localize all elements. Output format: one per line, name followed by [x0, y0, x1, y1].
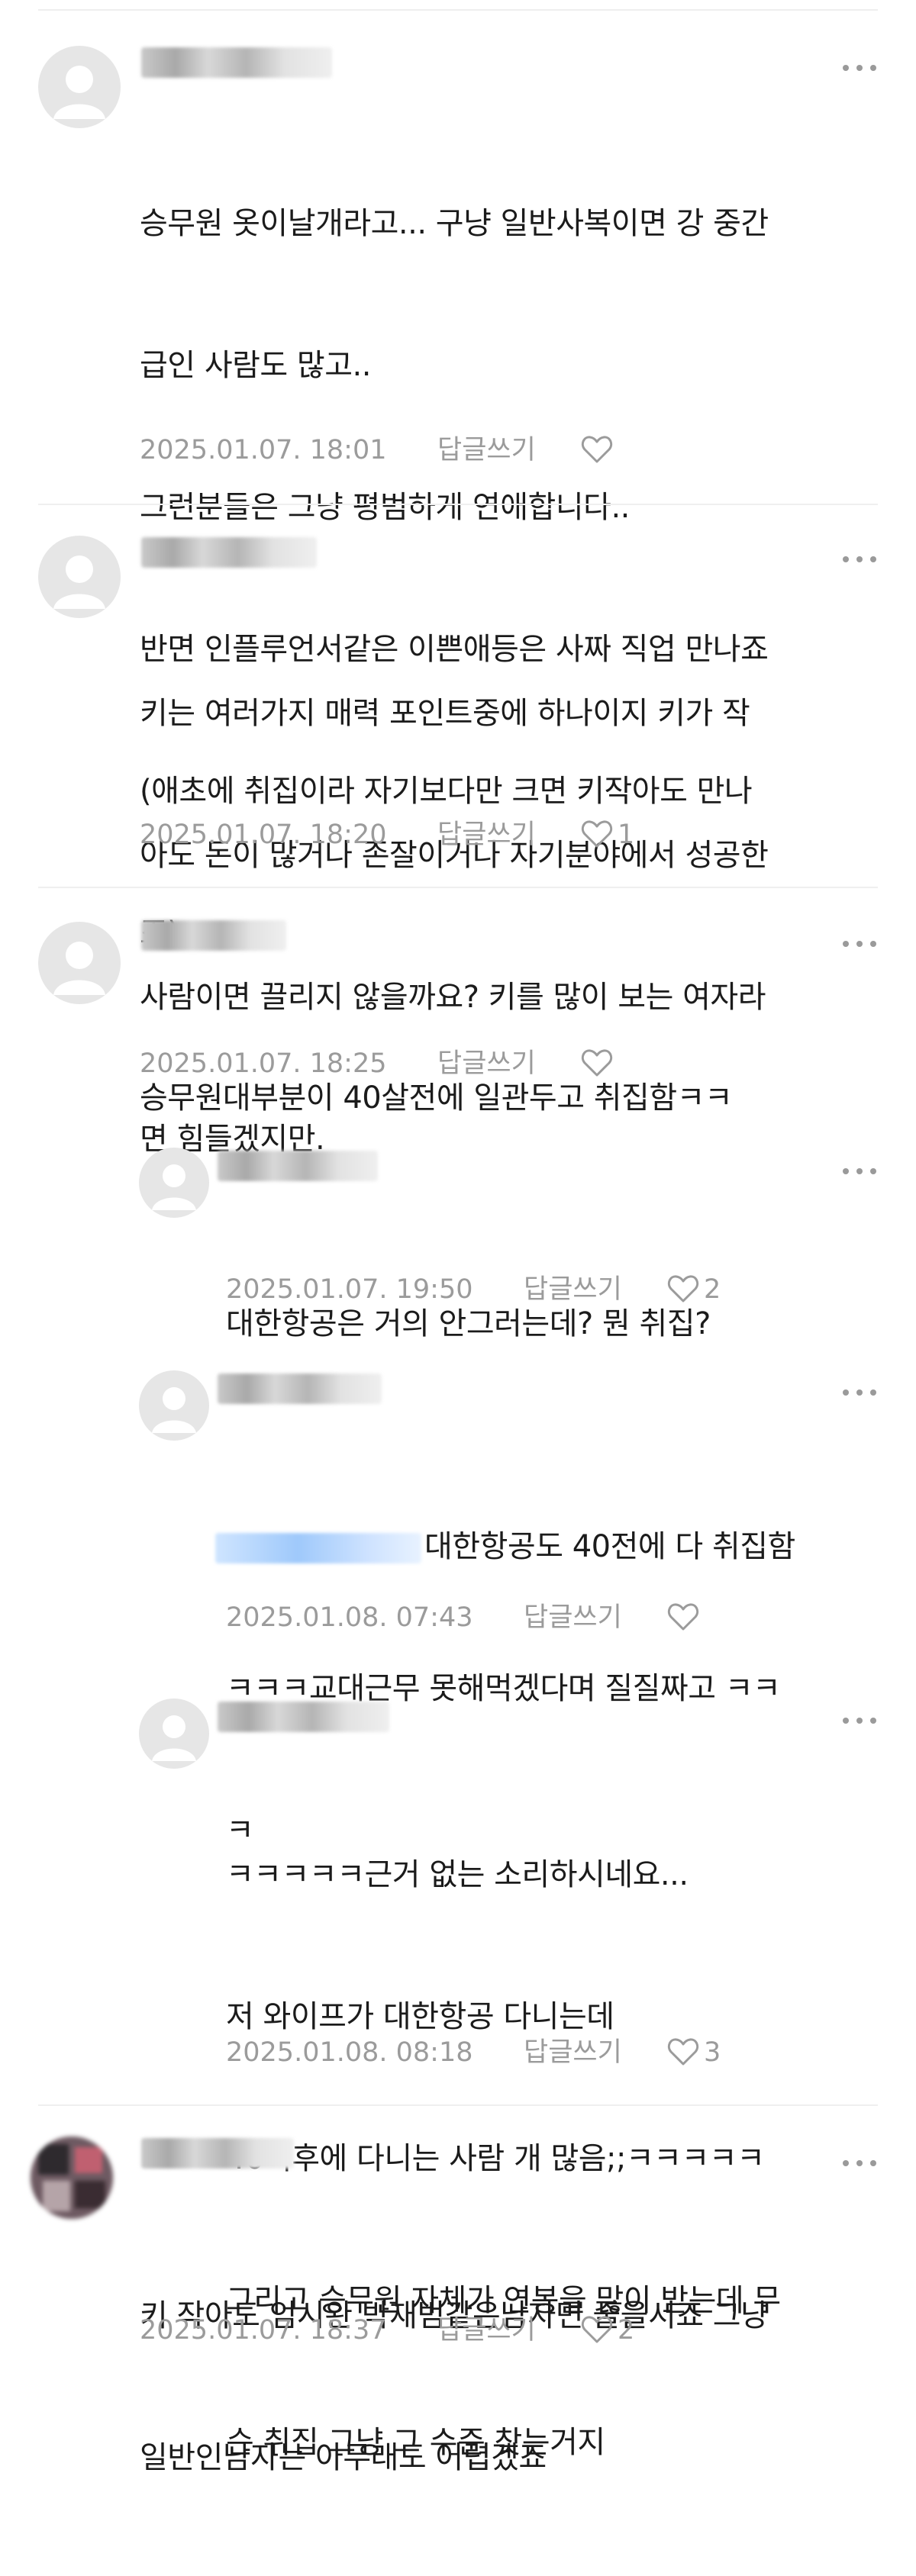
comment-date: 2025.01.07. 18:25: [140, 1048, 387, 1079]
heart-icon[interactable]: [667, 1273, 701, 1306]
heart-icon[interactable]: [581, 433, 614, 467]
author-name-redacted[interactable]: [141, 47, 332, 78]
more-options-icon[interactable]: [843, 1387, 876, 1398]
avatar[interactable]: [139, 1370, 209, 1441]
comment-line: 승무원 옷이날개라고... 구냥 일반사복이면 강 중간: [140, 206, 769, 241]
heart-icon[interactable]: [667, 2036, 701, 2069]
avatar[interactable]: [38, 536, 121, 618]
more-options-icon[interactable]: [843, 939, 876, 949]
default-avatar-icon: [53, 66, 105, 119]
more-options-icon[interactable]: [843, 1166, 876, 1177]
profile-photo-icon: [31, 2136, 113, 2219]
author-name-redacted[interactable]: [218, 1702, 389, 1732]
comment-line: 대한항공도 40전에 다 취집함: [215, 1523, 795, 1570]
reply-button[interactable]: 답글쓰기: [524, 1601, 622, 1634]
default-avatar-icon: [152, 1387, 196, 1433]
divider: [38, 504, 878, 505]
like-count: 1: [618, 819, 635, 850]
reply-button[interactable]: 답글쓰기: [437, 433, 536, 467]
comment-date: 2025.01.07. 18:20: [140, 819, 387, 850]
comment-text: 키 작아도 임시완 박재범같은남자면 줄을서죠 그냥 일반인남자는 아무래도 어…: [140, 2198, 769, 2576]
reply-button[interactable]: 답글쓰기: [437, 1047, 536, 1080]
comment-line-text: 대한항공도 40전에 다 취집함: [424, 1529, 795, 1564]
default-avatar-icon: [53, 555, 105, 609]
author-name-redacted[interactable]: [141, 537, 317, 568]
comment-date: 2025.01.07. 18:01: [140, 435, 387, 465]
avatar[interactable]: [139, 1148, 209, 1218]
comment-line: 급인 사람도 많고..: [140, 348, 371, 383]
comment-date: 2025.01.08. 07:43: [226, 1602, 473, 1633]
avatar[interactable]: [38, 922, 121, 1004]
more-options-icon[interactable]: [843, 63, 876, 73]
author-name-redacted[interactable]: [218, 1373, 382, 1404]
divider: [38, 887, 878, 888]
heart-icon[interactable]: [667, 1601, 701, 1634]
more-options-icon[interactable]: [843, 554, 876, 565]
comment-line: 그런분들은 그냥 평범하게 연애합니다..: [140, 490, 630, 525]
comment-line: 대한항공은 거의 안그러는데? 뭔 취집?: [226, 1306, 711, 1341]
top-divider: [38, 9, 878, 11]
default-avatar-icon: [152, 1164, 196, 1210]
default-avatar-icon: [53, 942, 105, 995]
heart-icon[interactable]: [581, 1047, 614, 1080]
comment-line: 승무원대부분이 40살전에 일관두고 취집함ㅋㅋ: [140, 1080, 733, 1116]
heart-icon[interactable]: [581, 2314, 614, 2347]
author-name-redacted[interactable]: [218, 1151, 378, 1181]
default-avatar-icon: [152, 1715, 196, 1761]
more-options-icon[interactable]: [843, 2158, 876, 2169]
reply-button[interactable]: 답글쓰기: [524, 1273, 622, 1306]
author-name-redacted[interactable]: [141, 920, 286, 951]
reply-button[interactable]: 답글쓰기: [524, 2036, 622, 2069]
comment-date: 2025.01.07. 18:37: [140, 2315, 387, 2346]
reply-button[interactable]: 답글쓰기: [437, 818, 536, 852]
more-options-icon[interactable]: [843, 1715, 876, 1726]
divider: [38, 2104, 878, 2106]
comment-line: 저 와이프가 대한항공 다니는데: [226, 1999, 614, 2034]
comment-line: 일반인남자는 아무래도 어렵겠죠: [140, 2440, 547, 2475]
comment-date: 2025.01.08. 08:18: [226, 2037, 473, 2068]
avatar[interactable]: [38, 46, 121, 128]
mentioned-user-redacted[interactable]: [215, 1533, 421, 1563]
like-count: 3: [704, 2037, 721, 2068]
avatar[interactable]: [139, 1699, 209, 1769]
like-count: 2: [704, 1274, 721, 1305]
comment-line: 40이후에 다니는 사람 개 많음;;ㅋㅋㅋㅋㅋ: [226, 2141, 765, 2176]
comment-line: ㅋㅋㅋㅋㅋ근거 없는 소리하시네요...: [226, 1857, 689, 1892]
heart-icon[interactable]: [581, 818, 614, 852]
comment-text: 대한항공은 거의 안그러는데? 뭔 취집?: [226, 1206, 711, 1442]
reply-button[interactable]: 답글쓰기: [437, 2314, 536, 2347]
comment-line: 키는 여러가지 매력 포인트중에 하나이지 키가 작: [140, 696, 750, 731]
author-name-redacted[interactable]: [141, 2138, 294, 2169]
avatar[interactable]: [31, 2136, 113, 2219]
like-count: 2: [618, 2315, 635, 2346]
comment-date: 2025.01.07. 19:50: [226, 1274, 473, 1305]
